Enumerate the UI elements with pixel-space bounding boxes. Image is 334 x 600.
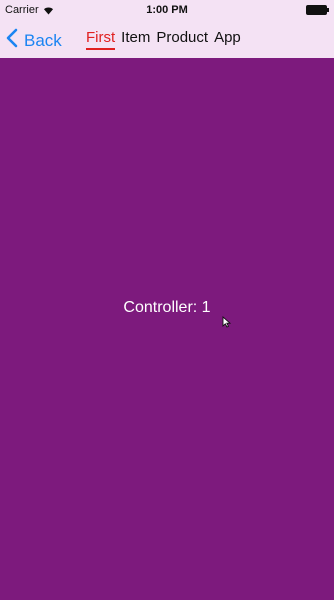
status-time: 1:00 PM [146,4,188,16]
tab-item[interactable]: Item [121,29,150,52]
tab-first[interactable]: First [86,29,116,52]
tab-product-label: Product [156,29,209,46]
active-tab-indicator [86,48,116,50]
tab-app-label: App [214,29,241,46]
back-button[interactable]: Back [6,28,62,53]
tab-strip: First Item Product App [86,29,248,59]
top-bar: Carrier 1:00 PM Back First Item Product … [0,0,334,58]
mouse-pointer-icon [222,315,232,333]
controller-label: Controller: 1 [123,299,211,316]
battery-icon [306,5,330,15]
navigation-bar: Back First Item Product App [0,20,334,58]
app-screen: Carrier 1:00 PM Back First Item Product … [0,0,334,600]
status-bar: Carrier 1:00 PM [0,0,334,20]
back-label: Back [24,30,62,50]
chevron-left-icon [6,28,18,53]
tab-product[interactable]: Product [156,29,208,52]
tab-app[interactable]: App [214,29,241,52]
tab-first-label: First [86,29,116,46]
tab-item-label: Item [121,29,151,46]
